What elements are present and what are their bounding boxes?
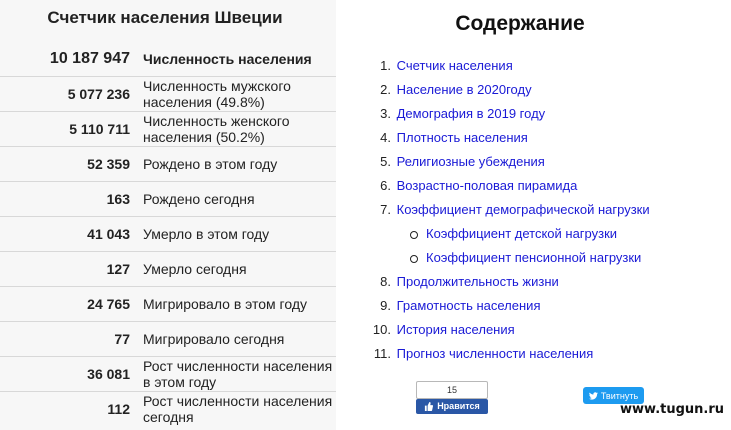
toc-item: 4. Плотность населения: [365, 126, 705, 150]
counter-title: Счетчик населения Швеции: [47, 8, 283, 27]
toc-item: 3. Демография в 2019 году: [365, 102, 705, 126]
toc-title: Содержание: [455, 12, 585, 35]
toc-link-density[interactable]: Плотность населения: [397, 130, 528, 145]
counter-row: 127 Умерло сегодня: [0, 252, 336, 287]
counter-value: 41 043: [87, 226, 130, 242]
toc-link-population-counter[interactable]: Счетчик населения: [397, 58, 513, 73]
table-of-contents: 1. Счетчик населения 2. Население в 2020…: [365, 54, 705, 366]
facebook-like-widget: 15 Нравится: [416, 381, 488, 414]
toc-item: 7. Коэффициент демографической нагрузки: [365, 198, 705, 222]
counter-table: 10 187 947 Численность населения 5 077 2…: [0, 42, 336, 427]
counter-row: 163 Рождено сегодня: [0, 182, 336, 217]
counter-value: 10 187 947: [49, 50, 130, 67]
toc-link-pension-dependency[interactable]: Коэффициент пенсионной нагрузки: [426, 250, 641, 265]
toc-item: 8. Продолжительность жизни: [365, 270, 705, 294]
counter-value: 127: [106, 261, 130, 277]
toc-link-child-dependency[interactable]: Коэффициент детской нагрузки: [426, 226, 617, 241]
toc-link-population-2020[interactable]: Население в 2020году: [397, 82, 532, 97]
toc-link-religion[interactable]: Религиозные убеждения: [397, 154, 545, 169]
counter-value: 77: [114, 331, 130, 347]
toc-number: 5.: [380, 154, 391, 169]
counter-label: Умерло в этом году: [143, 226, 270, 242]
counter-row: 41 043 Умерло в этом году: [0, 217, 336, 252]
counter-label: Рост численности населения в этом году: [143, 358, 333, 390]
toc-subitem: Коэффициент детской нагрузки: [365, 222, 705, 246]
counter-row: 112 Рост численности населения сегодня: [0, 392, 336, 427]
toc-link-age-pyramid[interactable]: Возрастно-половая пирамида: [397, 178, 578, 193]
toc-number: 1.: [380, 58, 391, 73]
toc-link-forecast[interactable]: Прогноз численности населения: [397, 346, 594, 361]
counter-label: Численность населения: [143, 51, 312, 67]
toc-item: 10. История населения: [365, 318, 705, 342]
counter-label: Умерло сегодня: [143, 261, 247, 277]
toc-number: 3.: [380, 106, 391, 121]
counter-row: 36 081 Рост численности населения в этом…: [0, 357, 336, 392]
counter-label: Рождено сегодня: [143, 191, 255, 207]
toc-item: 2. Население в 2020году: [365, 78, 705, 102]
counter-row: 77 Мигрировало сегодня: [0, 322, 336, 357]
toc-item: 9. Грамотность населения: [365, 294, 705, 318]
twitter-bird-icon: [588, 391, 598, 400]
toc-item: 1. Счетчик населения: [365, 54, 705, 78]
counter-label: Численность мужского населения (49.8%): [143, 78, 291, 110]
site-watermark: www.tugun.ru: [620, 402, 725, 417]
counter-row: 52 359 Рождено в этом году: [0, 147, 336, 182]
toc-number: 11.: [373, 346, 391, 361]
counter-row: 5 110 711 Численность женского населения…: [0, 112, 336, 147]
toc-subitem: Коэффициент пенсионной нагрузки: [365, 246, 705, 270]
toc-number: 2.: [380, 82, 391, 97]
thumbs-up-icon: [425, 402, 434, 411]
toc-number: 10.: [372, 322, 391, 337]
toc-number: 4.: [380, 130, 391, 145]
like-button[interactable]: Нравится: [416, 399, 488, 414]
counter-label: Мигрировало в этом году: [143, 296, 308, 312]
bullet-icon: [410, 230, 418, 239]
toc-link-literacy[interactable]: Грамотность населения: [397, 298, 541, 313]
tweet-label: Твитнуть: [600, 390, 639, 401]
toc-number: 8.: [380, 274, 391, 289]
toc-link-dependency-ratio[interactable]: Коэффициент демографической нагрузки: [397, 202, 650, 217]
toc-link-history[interactable]: История населения: [397, 322, 515, 337]
bullet-icon: [410, 254, 418, 263]
toc-link-demography-2019[interactable]: Демография в 2019 году: [397, 106, 546, 121]
counter-label: Рост численности населения сегодня: [143, 393, 333, 425]
counter-value: 163: [106, 191, 130, 207]
counter-value: 5 077 236: [67, 86, 130, 102]
counter-value: 5 110 711: [69, 121, 130, 137]
like-count: 15: [416, 381, 488, 399]
counter-label: Рождено в этом году: [143, 156, 278, 172]
population-counter-panel: Счетчик населения Швеции 10 187 947 Числ…: [0, 0, 336, 430]
toc-link-life-expectancy[interactable]: Продолжительность жизни: [397, 274, 559, 289]
toc-number: 6.: [380, 178, 391, 193]
like-label: Нравится: [437, 401, 480, 411]
counter-row: 10 187 947 Численность населения: [0, 42, 336, 77]
toc-number: 7.: [380, 202, 391, 217]
toc-item: 5. Религиозные убеждения: [365, 150, 705, 174]
counter-value: 36 081: [87, 366, 130, 382]
counter-value: 112: [107, 401, 130, 417]
toc-item: 6. Возрастно-половая пирамида: [365, 174, 705, 198]
counter-label: Численность женского населения (50.2%): [143, 113, 290, 145]
toc-number: 9.: [380, 298, 391, 313]
counter-label: Мигрировало сегодня: [143, 331, 285, 347]
counter-value: 52 359: [87, 156, 130, 172]
counter-row: 5 077 236 Численность мужского населения…: [0, 77, 336, 112]
toc-item: 11. Прогноз численности населения: [365, 342, 705, 366]
counter-value: 24 765: [87, 296, 130, 312]
counter-row: 24 765 Мигрировало в этом году: [0, 287, 336, 322]
